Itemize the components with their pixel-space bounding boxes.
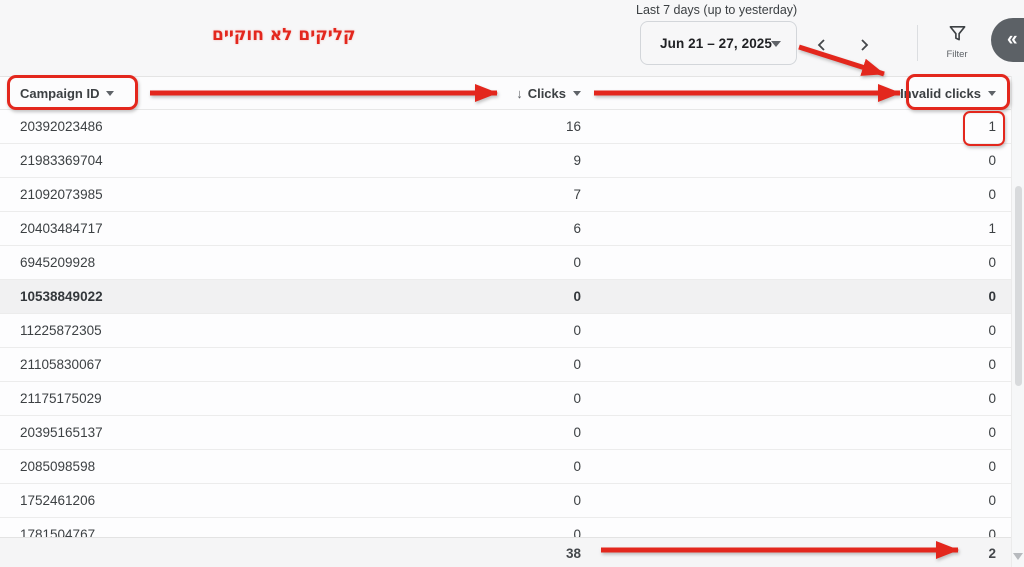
campaign-id-cell: 11225872305: [0, 314, 320, 347]
campaign-id-cell: 20395165137: [0, 416, 320, 449]
table-row[interactable]: 21092073985 7 0: [0, 178, 1024, 212]
invalid-clicks-cell: 0: [581, 382, 996, 415]
totals-clicks-cell: 38: [320, 538, 581, 567]
invalid-clicks-cell: 0: [581, 144, 996, 177]
clicks-cell: 0: [320, 314, 581, 347]
caret-down-icon: [106, 91, 114, 96]
header-cell-invalid-clicks: Invalid clicks: [581, 77, 996, 109]
previous-period-button[interactable]: [806, 29, 838, 61]
table-row[interactable]: 1752461206 0 0: [0, 484, 1024, 518]
header-cell-clicks: ↓ Clicks: [320, 77, 581, 109]
campaign-id-cell: 10538849022: [0, 280, 320, 313]
toolbar-divider: [917, 25, 918, 61]
funnel-icon: [948, 30, 967, 47]
invalid-clicks-cell: 1: [581, 110, 996, 143]
totals-invalid-clicks-cell: 2: [581, 538, 996, 567]
clicks-cell: 0: [320, 416, 581, 449]
double-chevron-left-icon: «: [1007, 29, 1017, 50]
clicks-cell: 7: [320, 178, 581, 211]
clicks-cell: 0: [320, 382, 581, 415]
invalid-clicks-cell: 0: [581, 280, 996, 313]
clicks-cell: 6: [320, 212, 581, 245]
scrollbar-down-arrow-icon[interactable]: [1013, 553, 1023, 560]
campaign-id-cell: 21175175029: [0, 382, 320, 415]
scrollbar-thumb[interactable]: [1015, 186, 1022, 386]
totals-label-cell: [0, 538, 320, 567]
campaign-id-cell: 21092073985: [0, 178, 320, 211]
vertical-scrollbar: [1011, 76, 1024, 567]
invalid-clicks-cell: 0: [581, 246, 996, 279]
invalid-clicks-cell: 0: [581, 348, 996, 381]
filter-button[interactable]: Filter: [938, 24, 976, 66]
invalid-clicks-cell: 0: [581, 314, 996, 347]
campaign-id-cell: 6945209928: [0, 246, 320, 279]
invalid-clicks-cell: 1: [581, 212, 996, 245]
table-row[interactable]: 10538849022 0 0: [0, 280, 1024, 314]
table-row[interactable]: 6945209928 0 0: [0, 246, 1024, 280]
invalid-clicks-header-label: Invalid clicks: [900, 86, 981, 101]
campaign-id-cell: 2085098598: [0, 450, 320, 483]
clicks-cell: 0: [320, 280, 581, 313]
campaign-id-cell: 21983369704: [0, 144, 320, 177]
table-row[interactable]: 21175175029 0 0: [0, 382, 1024, 416]
header-cell-campaign-id: Campaign ID: [0, 77, 320, 109]
campaign-id-cell: 20403484717: [0, 212, 320, 245]
clicks-cell: 0: [320, 450, 581, 483]
campaign-id-cell: 21105830067: [0, 348, 320, 381]
chevron-right-icon: [848, 38, 880, 52]
clicks-sort-button[interactable]: ↓ Clicks: [516, 86, 581, 101]
clicks-header-label: Clicks: [528, 86, 566, 101]
caret-down-icon: [988, 91, 996, 96]
table-row[interactable]: 20392023486 16 1: [0, 110, 1024, 144]
clicks-cell: 0: [320, 484, 581, 517]
invalid-clicks-cell: 0: [581, 484, 996, 517]
invalid-clicks-cell: 0: [581, 416, 996, 449]
caret-down-icon: [771, 41, 781, 47]
campaign-id-cell: 1752461206: [0, 484, 320, 517]
table-row[interactable]: 2085098598 0 0: [0, 450, 1024, 484]
filter-label: Filter: [938, 49, 976, 60]
caret-down-icon: [573, 91, 581, 96]
clicks-cell: 9: [320, 144, 581, 177]
table-body: 20392023486 16 1 21983369704 9 0 2109207…: [0, 110, 1024, 552]
table-row[interactable]: 20395165137 0 0: [0, 416, 1024, 450]
sort-desc-arrow-icon: ↓: [516, 86, 523, 101]
collapse-panel-button[interactable]: «: [991, 18, 1024, 62]
date-range-picker[interactable]: Jun 21 – 27, 2025: [640, 21, 797, 65]
invalid-clicks-sort-button[interactable]: Invalid clicks: [900, 86, 996, 101]
clicks-cell: 0: [320, 246, 581, 279]
invalid-clicks-cell: 0: [581, 450, 996, 483]
table-row[interactable]: 21105830067 0 0: [0, 348, 1024, 382]
date-preset-label: Last 7 days (up to yesterday): [636, 3, 797, 17]
table-row[interactable]: 11225872305 0 0: [0, 314, 1024, 348]
clicks-cell: 16: [320, 110, 581, 143]
table-row[interactable]: 20403484717 6 1: [0, 212, 1024, 246]
report-page: Last 7 days (up to yesterday) Jun 21 – 2…: [0, 0, 1024, 567]
clicks-cell: 0: [320, 348, 581, 381]
date-range-value: Jun 21 – 27, 2025: [641, 36, 772, 51]
table-row[interactable]: 21983369704 9 0: [0, 144, 1024, 178]
invalid-clicks-cell: 0: [581, 178, 996, 211]
toolbar: Last 7 days (up to yesterday) Jun 21 – 2…: [0, 0, 1024, 76]
table-header-row: Campaign ID ↓ Clicks Invalid clicks: [0, 76, 1024, 110]
campaign-id-header-label: Campaign ID: [20, 86, 99, 101]
campaign-id-cell: 20392023486: [0, 110, 320, 143]
totals-row: 38 2: [0, 537, 1024, 567]
chevron-left-icon: [806, 38, 838, 52]
next-period-button[interactable]: [848, 29, 880, 61]
campaign-id-sort-button[interactable]: Campaign ID: [20, 86, 114, 101]
